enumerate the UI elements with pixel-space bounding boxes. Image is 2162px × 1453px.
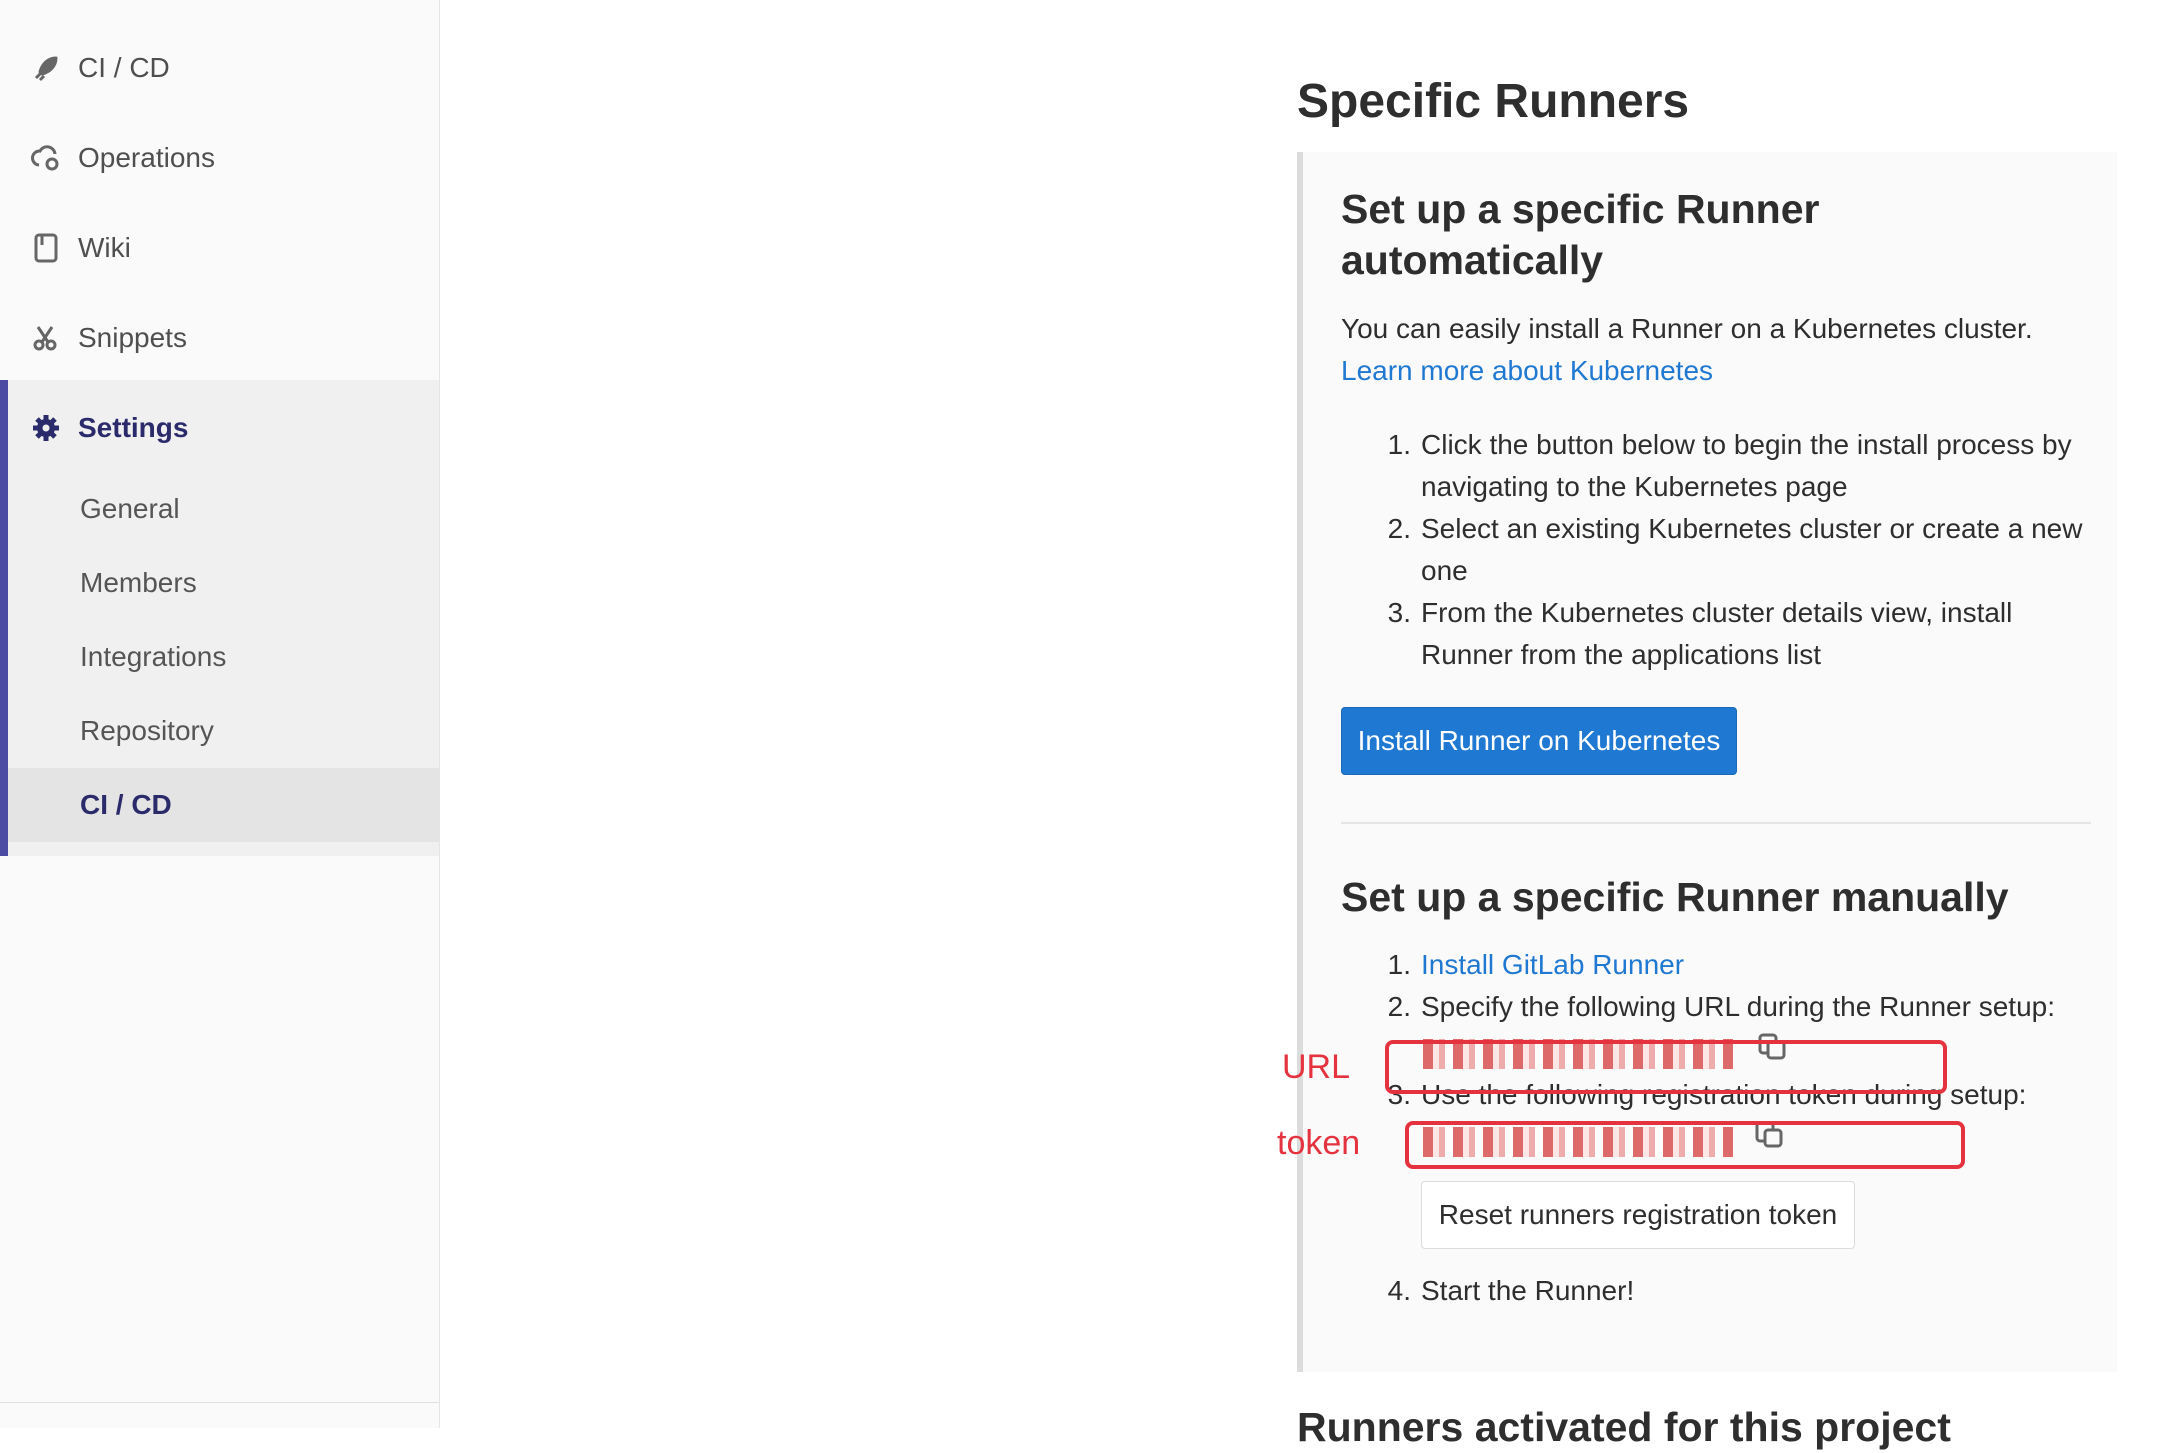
sidebar-subitem-label: General [80,493,180,524]
auto-setup-heading: Set up a specific Runner automatically [1341,186,1820,283]
install-gitlab-runner-link[interactable]: Install GitLab Runner [1421,944,1684,986]
reset-registration-token-button[interactable]: Reset runners registration token [1421,1181,1855,1249]
sidebar-subitem-members[interactable]: Members [8,546,439,620]
step-number: 3. [1387,597,1411,628]
step-number: 1. [1387,429,1411,460]
rocket-icon [30,52,62,84]
sidebar-item-label: Wiki [78,232,131,263]
page-title: Specific Runners [1297,75,1690,128]
sidebar: CI / CD Operations Wiki Snippets Setting… [0,0,440,1428]
gear-icon [30,412,62,444]
section-divider [1341,822,2091,824]
scissors-icon [30,322,62,354]
sidebar-item-snippets[interactable]: Snippets [0,308,439,368]
url-annotation-label: URL [1282,1048,1351,1086]
book-icon [30,232,62,264]
sidebar-item-settings[interactable]: Settings [0,398,439,458]
auto-setup-description: You can easily install a Runner on a Kub… [1341,308,2101,392]
sidebar-subitem-label: Repository [80,715,214,746]
sidebar-subitem-repository[interactable]: Repository [8,694,439,768]
token-highlight-box [1405,1121,1965,1169]
step-number: 4. [1387,1275,1411,1306]
cloud-gear-icon [30,142,62,174]
sidebar-subitem-integrations[interactable]: Integrations [8,620,439,694]
token-annotation-label: token [1277,1124,1361,1162]
step-number: 2. [1387,991,1411,1022]
sidebar-item-ci-cd[interactable]: CI / CD [0,38,439,98]
url-highlight-box [1385,1040,1947,1094]
sidebar-divider [0,1402,439,1403]
step-number: 1. [1387,949,1411,980]
sidebar-item-wiki[interactable]: Wiki [0,218,439,278]
sidebar-subitem-label: CI / CD [80,789,172,820]
step-number: 2. [1387,513,1411,544]
sidebar-item-label: Snippets [78,322,187,353]
sidebar-subitem-general[interactable]: General [8,472,439,546]
sidebar-subitem-ci-cd[interactable]: CI / CD [8,768,439,842]
sidebar-item-operations[interactable]: Operations [0,128,439,188]
auto-step-3: From the Kubernetes cluster details view… [1421,597,2013,670]
sidebar-subitem-label: Members [80,567,197,598]
manual-step-4-text: Start the Runner! [1421,1275,1635,1306]
install-runner-kubernetes-button[interactable]: Install Runner on Kubernetes [1341,707,1737,775]
auto-setup-description-text: You can easily install a Runner on a Kub… [1341,313,2033,344]
sidebar-subitem-label: Integrations [80,641,227,672]
auto-step-1: Click the button below to begin the inst… [1421,429,2072,502]
sidebar-item-label: CI / CD [78,52,170,83]
manual-setup-heading: Set up a specific Runner manually [1341,874,2009,920]
learn-kubernetes-link[interactable]: Learn more about Kubernetes [1341,355,1713,386]
sidebar-item-label: Operations [78,142,215,173]
sidebar-item-label: Settings [78,412,189,443]
specific-runners-panel: Set up a specific Runner automatically Y… [1297,152,2117,1372]
auto-step-2: Select an existing Kubernetes cluster or… [1421,513,2083,586]
manual-step-2-text: Specify the following URL during the Run… [1421,991,2055,1022]
